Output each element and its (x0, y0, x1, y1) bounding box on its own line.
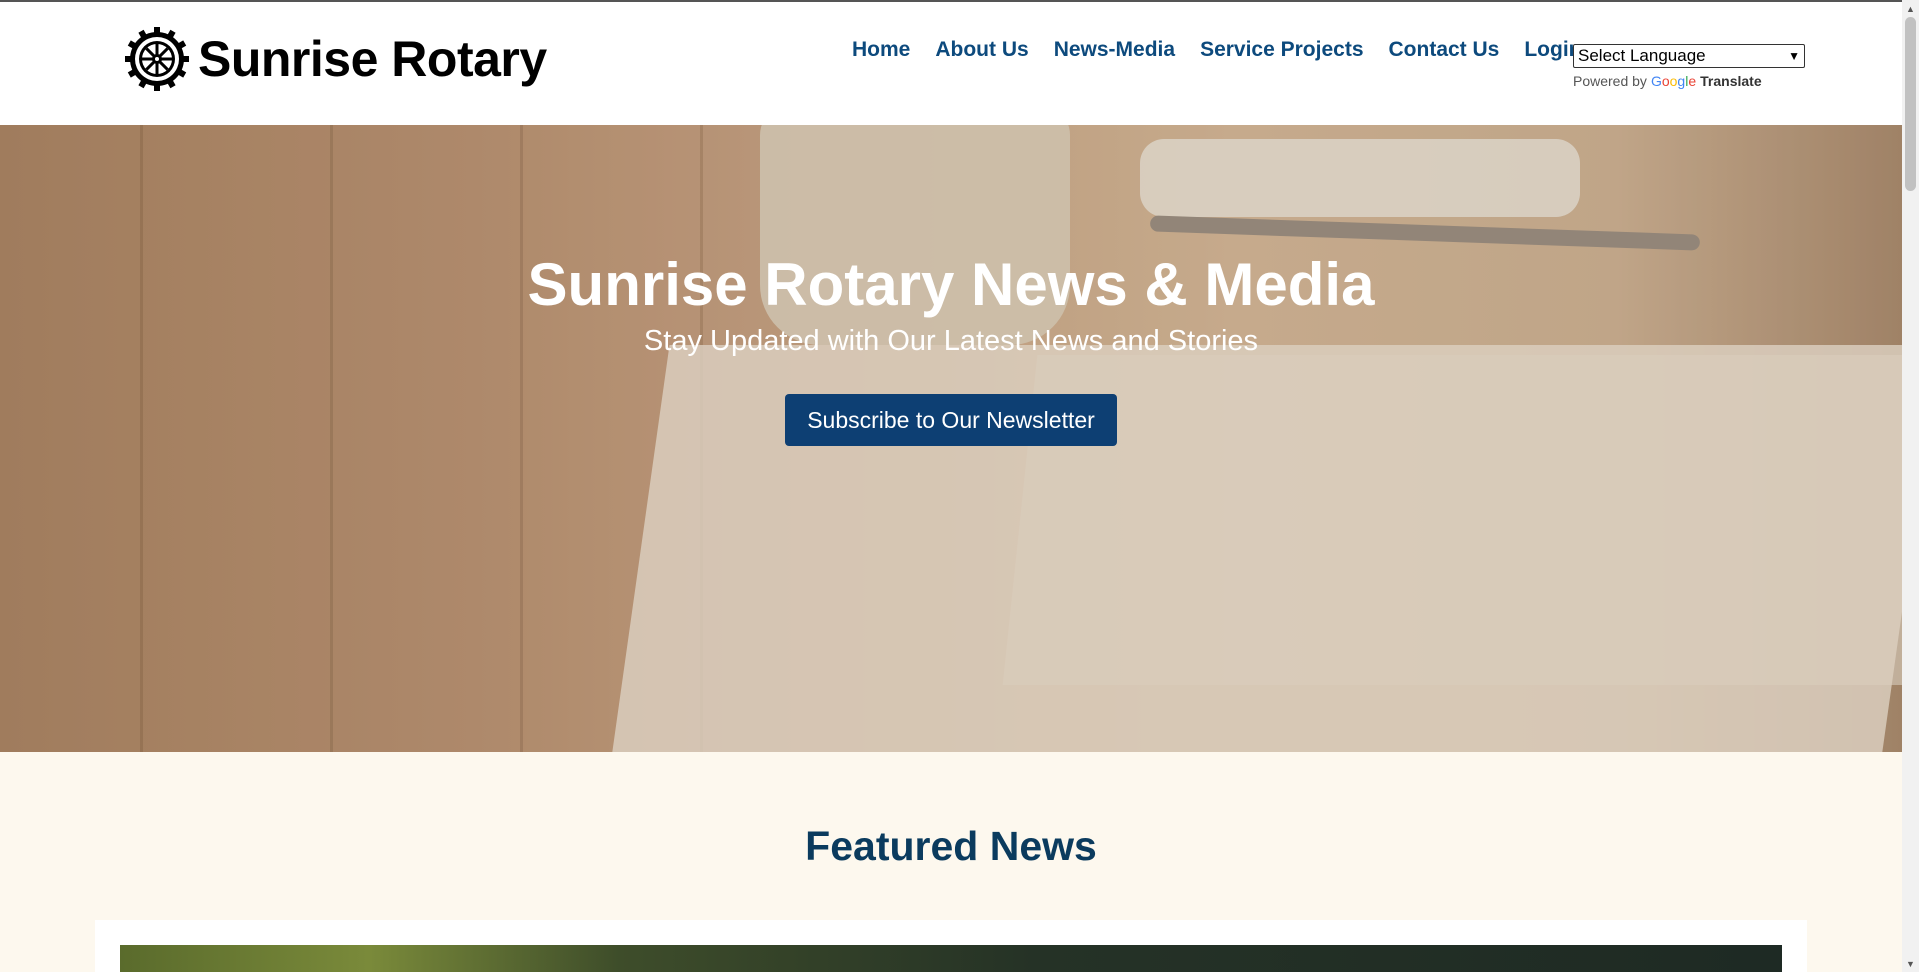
nav-news-media[interactable]: News-Media (1054, 38, 1175, 62)
page: Sunrise Rotary Home About Us News-Media … (0, 0, 1902, 972)
language-select-value: Select Language (1578, 46, 1706, 65)
featured-news-card[interactable] (95, 920, 1807, 972)
hero-title: Sunrise Rotary News & Media (527, 251, 1375, 318)
powered-by-label: Powered by (1573, 73, 1647, 89)
nav-service-projects[interactable]: Service Projects (1200, 38, 1363, 62)
subscribe-newsletter-button[interactable]: Subscribe to Our Newsletter (785, 394, 1117, 446)
featured-news-heading: Featured News (805, 823, 1097, 869)
nav-home[interactable]: Home (852, 38, 910, 62)
google-translate-widget: Select Language ▼ Powered by Google Tran… (1573, 44, 1805, 89)
site-logo[interactable]: Sunrise Rotary (124, 26, 547, 92)
scrollbar-thumb[interactable] (1905, 17, 1916, 191)
main-nav: Home About Us News-Media Service Project… (852, 38, 1607, 62)
nav-about-us[interactable]: About Us (935, 38, 1028, 62)
hero-banner: Sunrise Rotary News & Media Stay Updated… (0, 125, 1902, 752)
language-select[interactable]: Select Language ▼ (1573, 44, 1805, 68)
page-scrollbar[interactable]: ▲ ▼ (1902, 0, 1919, 972)
powered-by-google: Powered by Google Translate (1573, 73, 1805, 89)
google-logo-text[interactable]: Google (1651, 73, 1696, 89)
rotary-wheel-icon (125, 27, 189, 91)
hero-subtitle: Stay Updated with Our Latest News and St… (643, 325, 1259, 357)
site-name: Sunrise Rotary (198, 31, 547, 87)
site-header: Sunrise Rotary Home About Us News-Media … (0, 2, 1902, 125)
nav-contact-us[interactable]: Contact Us (1389, 38, 1500, 62)
scroll-up-arrow-icon[interactable]: ▲ (1902, 0, 1919, 17)
scroll-down-arrow-icon[interactable]: ▼ (1902, 955, 1919, 972)
chevron-down-icon: ▼ (1788, 49, 1800, 63)
translate-link[interactable]: Translate (1700, 73, 1761, 89)
featured-news-image[interactable] (120, 945, 1782, 972)
